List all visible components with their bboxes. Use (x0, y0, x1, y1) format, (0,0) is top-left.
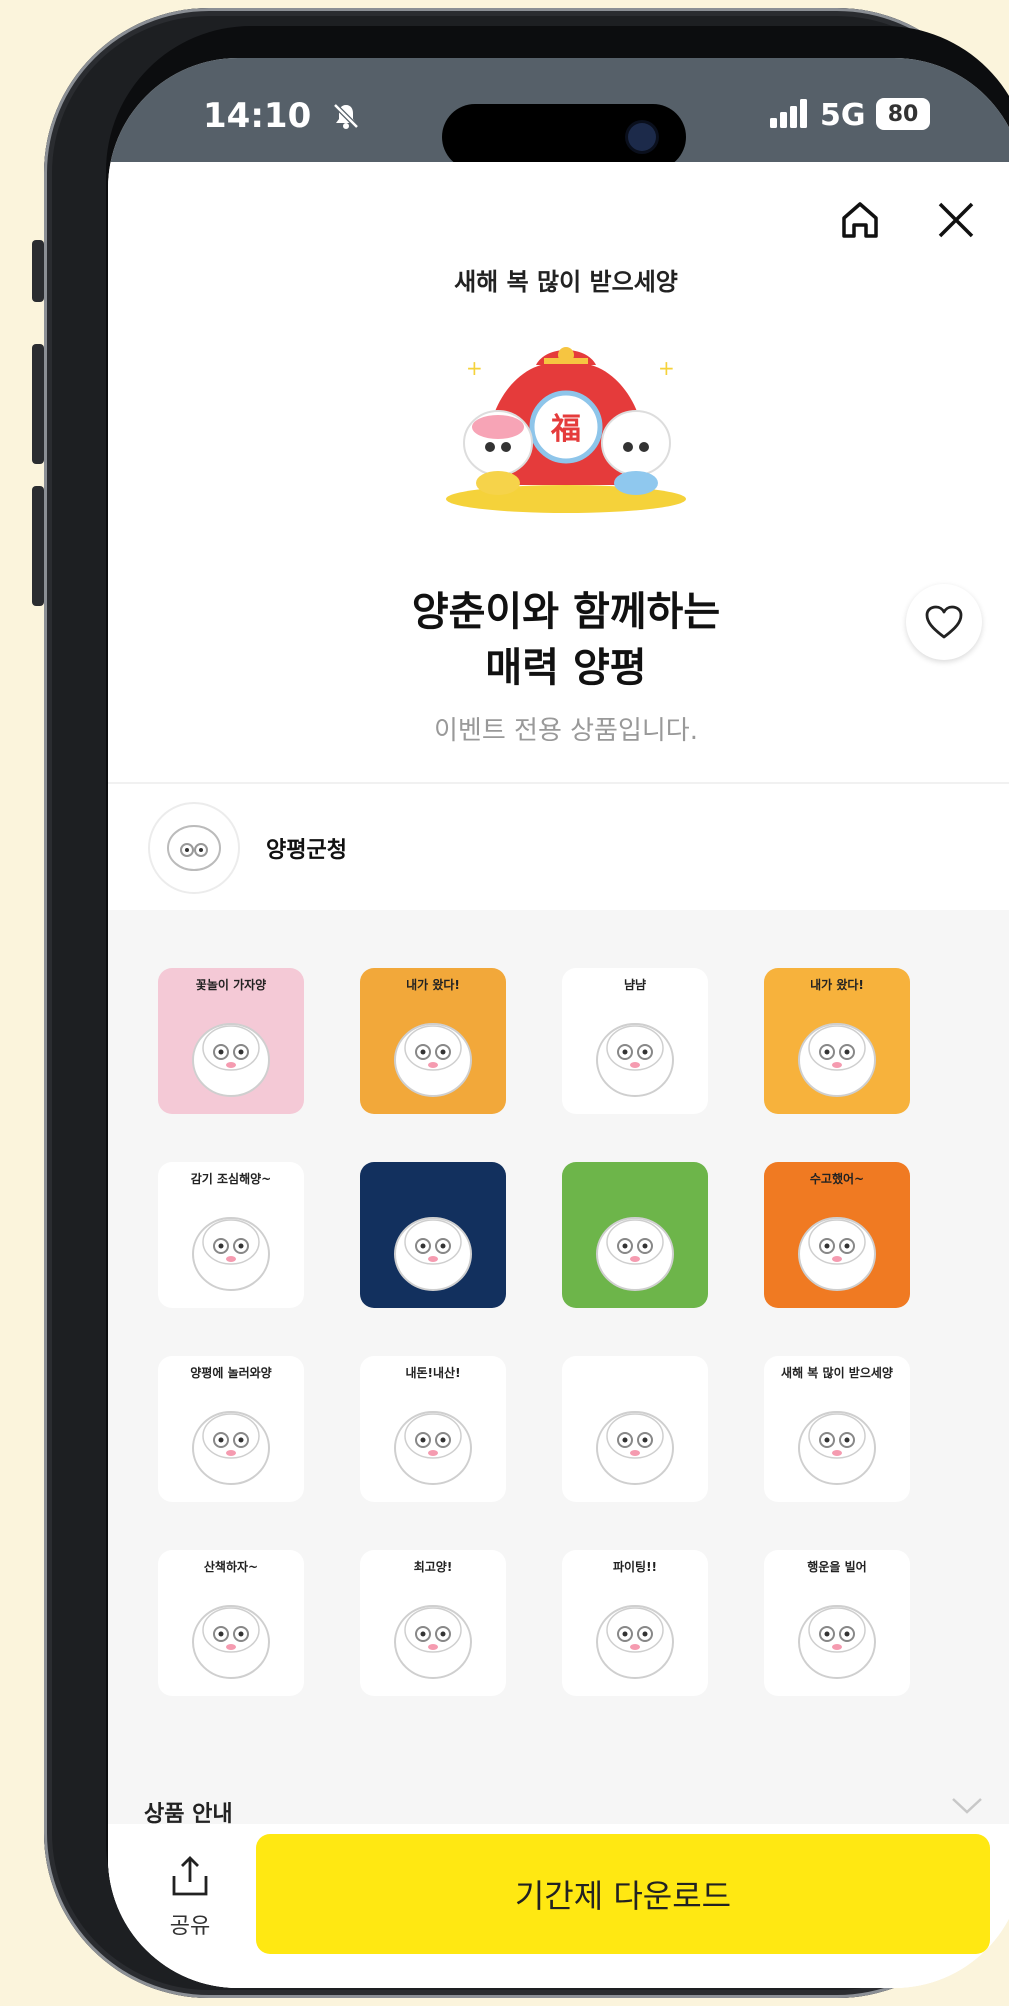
volume-down-button (32, 486, 44, 606)
sticker-caption: 행운을 빌어 (807, 1560, 867, 1574)
bell-muted-icon (330, 100, 362, 136)
sticker-item[interactable] (562, 1162, 708, 1308)
product-subtitle: 이벤트 전용 상품입니다. (434, 716, 698, 746)
sticker-item[interactable]: 내돈!내산! (360, 1356, 506, 1502)
dynamic-island (442, 104, 686, 170)
svg-text:福: 福 (550, 412, 581, 447)
signal-icon (770, 98, 810, 132)
battery-icon: 80 (876, 98, 930, 130)
sticker-item[interactable]: 파이팅!! (562, 1550, 708, 1696)
lucky-bag-sheep-illustration: 福 + + (446, 347, 686, 513)
sticker-item[interactable]: 내가 왔다! (764, 968, 910, 1114)
sticker-item[interactable]: 행운을 빌어 (764, 1550, 910, 1696)
hero-sticker: 새해 복 많이 받으세양 福 + + (108, 262, 1009, 519)
status-time: 14:10 (203, 96, 312, 136)
chevron-down-icon[interactable] (950, 1796, 984, 1820)
sticker-grid-area: 꽃놀이 가자양 내가 왔다! 냠냠 내가 왔다! 감기 조심해양~ 수고했어~ 양평에 놀러… (108, 910, 1009, 1930)
sticker-item[interactable]: 냠냠 (562, 968, 708, 1114)
svg-text:+: + (658, 356, 675, 380)
sticker-caption: 산책하자~ (203, 1560, 259, 1574)
hero-sticker-caption: 새해 복 많이 받으세양 (454, 268, 678, 296)
sticker-caption: 내가 왔다! (406, 978, 460, 992)
like-button[interactable] (906, 584, 982, 660)
download-button[interactable]: 기간제 다운로드 (256, 1834, 990, 1954)
sticker-item[interactable]: 내가 왔다! (360, 968, 506, 1114)
author-avatar[interactable] (148, 802, 240, 894)
top-actions (832, 192, 984, 248)
sticker-item[interactable]: 양평에 놀러와양 (158, 1356, 304, 1502)
sticker-item[interactable] (360, 1162, 506, 1308)
home-button[interactable] (832, 192, 888, 248)
divider (108, 782, 1009, 784)
status-bar: 14:10 5G 80 (108, 58, 1009, 170)
sheep-sticker-illustration (394, 1217, 472, 1291)
sticker-caption: 새해 복 많이 받으세양 (781, 1366, 893, 1380)
sticker-item[interactable]: 꽃놀이 가자양 (158, 968, 304, 1114)
sticker-caption: 양평에 놀러와양 (190, 1366, 272, 1380)
sticker-caption: 최고양! (413, 1560, 453, 1574)
sheep-sticker-illustration (596, 1411, 674, 1485)
sheep-sticker-illustration (596, 1217, 674, 1291)
close-icon (938, 202, 974, 238)
product-title-line2: 매력 양평 (485, 645, 647, 691)
network-type: 5G (820, 98, 866, 133)
author-row[interactable]: 양평군청 (148, 802, 347, 894)
sticker-caption: 파이팅!! (612, 1560, 658, 1574)
camera-icon (628, 123, 656, 151)
sticker-caption: 수고했어~ (809, 1172, 865, 1186)
sticker-item[interactable]: 최고양! (360, 1550, 506, 1696)
sticker-item[interactable]: 새해 복 많이 받으세양 (764, 1356, 910, 1502)
product-title-line1: 양춘이와 함께하는 (411, 589, 721, 635)
sticker-item[interactable]: 감기 조심해양~ (158, 1162, 304, 1308)
sticker-item[interactable]: 수고했어~ (764, 1162, 910, 1308)
sticker-item[interactable]: 산책하자~ (158, 1550, 304, 1696)
home-icon (842, 202, 878, 238)
bottom-action-bar: 공유 기간제 다운로드 (108, 1824, 1009, 1988)
share-button[interactable]: 공유 (148, 1854, 232, 1940)
sticker-grid: 꽃놀이 가자양 내가 왔다! 냠냠 내가 왔다! 감기 조심해양~ 수고했어~ 양평에 놀러… (158, 968, 968, 1696)
screen: 14:10 5G 80 새해 복 많이 받으세양 福 + + 양춘이와 함께하는… (108, 58, 1009, 1988)
heart-icon (925, 605, 963, 639)
sticker-caption: 냠냠 (623, 978, 647, 992)
sticker-caption: 내돈!내산! (405, 1366, 461, 1380)
sticker-item[interactable] (562, 1356, 708, 1502)
svg-text:+: + (466, 356, 483, 380)
battery-level: 80 (887, 101, 919, 127)
product-title: 양춘이와 함께하는 매력 양평 (108, 584, 1009, 696)
product-sheet: 새해 복 많이 받으세양 福 + + 양춘이와 함께하는 매력 양평 이벤트 전… (108, 162, 1009, 1988)
sticker-caption: 꽃놀이 가자양 (195, 978, 267, 992)
close-button[interactable] (928, 192, 984, 248)
share-label[interactable]: 공유 (148, 1908, 232, 1940)
sticker-caption: 감기 조심해양~ (190, 1172, 272, 1186)
sticker-caption: 내가 왔다! (810, 978, 864, 992)
share-icon (172, 1856, 208, 1896)
author-name[interactable]: 양평군청 (266, 832, 347, 864)
phone-frame: 14:10 5G 80 새해 복 많이 받으세양 福 + + 양춘이와 함께하는… (32, 8, 1009, 1998)
side-button (32, 240, 44, 302)
sheep-avatar-icon (167, 825, 221, 871)
volume-up-button (32, 344, 44, 464)
